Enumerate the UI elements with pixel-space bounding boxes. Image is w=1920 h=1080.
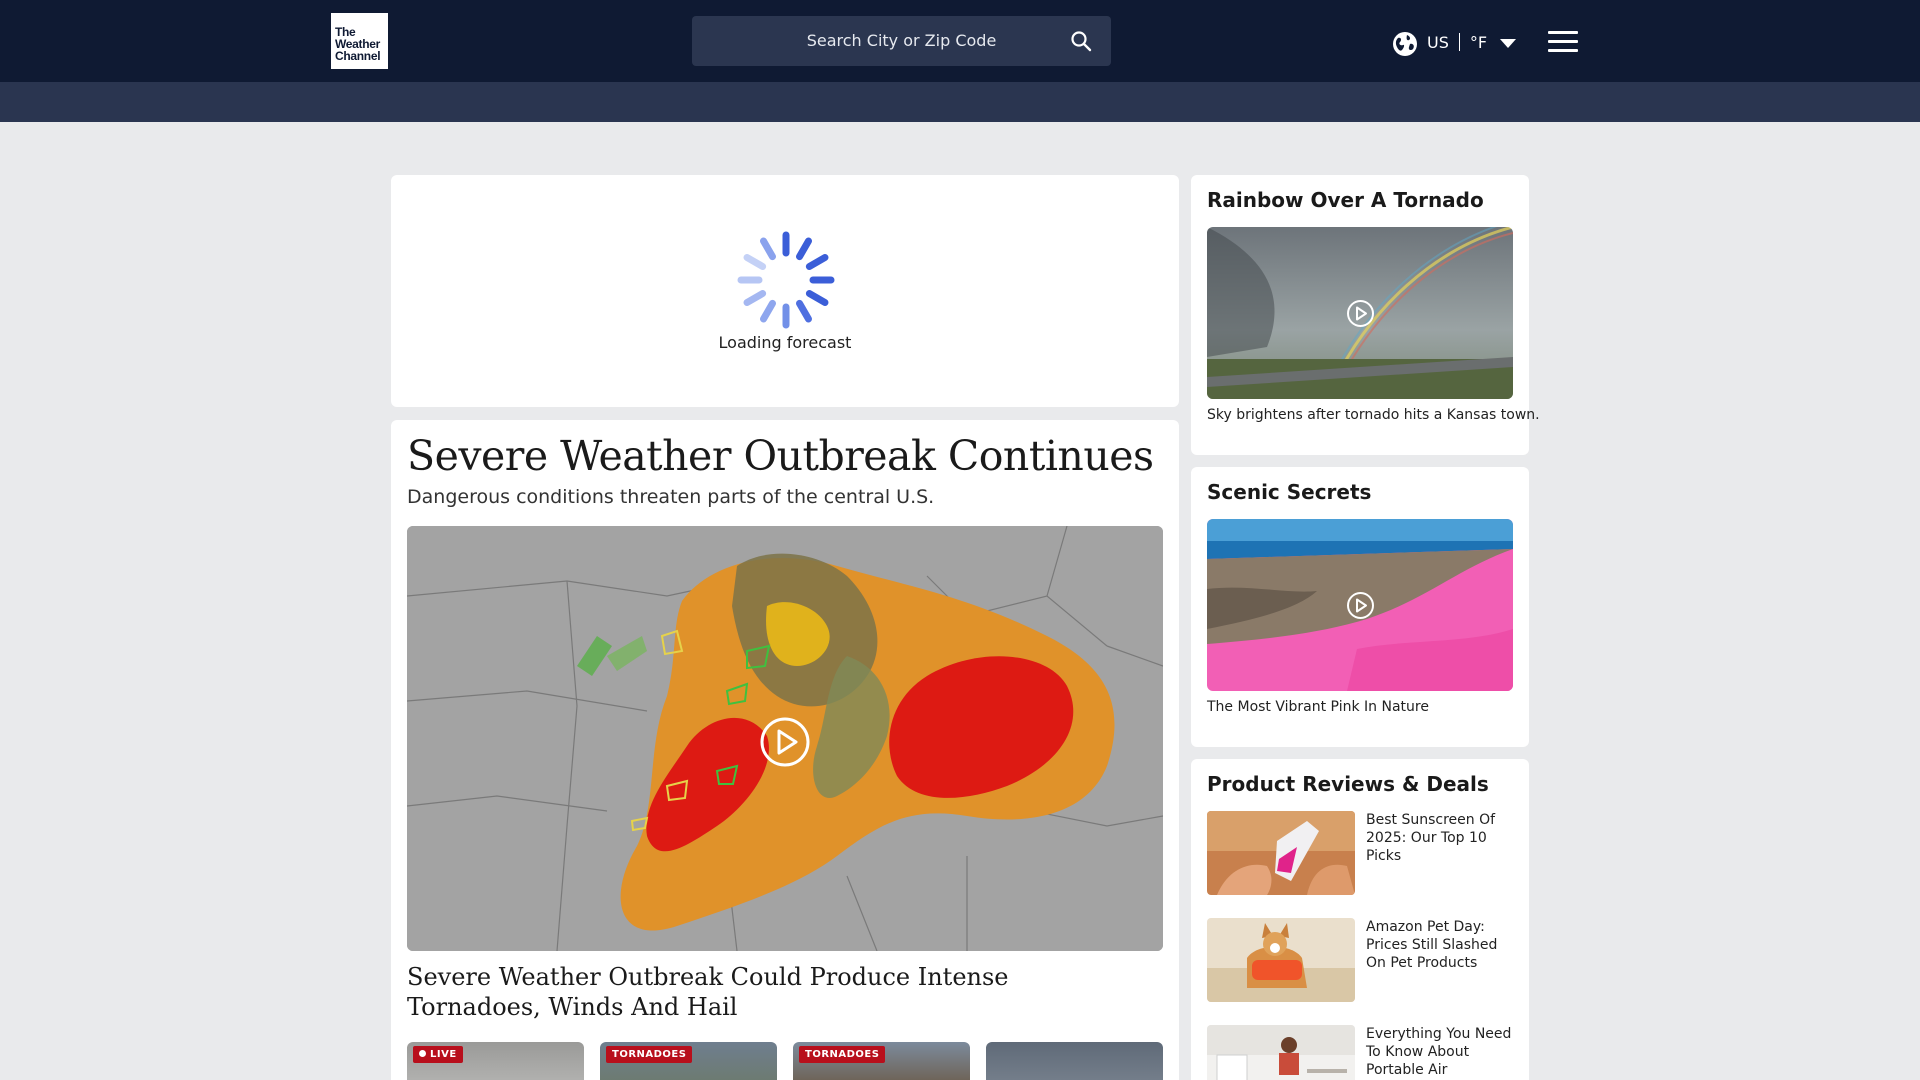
menu-line xyxy=(1548,31,1578,34)
deal-title[interactable]: Everything You Need To Know About Portab… xyxy=(1366,1025,1516,1080)
video-card-title[interactable]: Rainbow Over A Tornado xyxy=(1207,188,1484,212)
locale-country: US xyxy=(1427,33,1449,52)
deal-thumbnail xyxy=(1207,1025,1355,1080)
menu-line xyxy=(1548,49,1578,52)
locale-unit: °F xyxy=(1469,33,1488,52)
weather-channel-logo[interactable]: The Weather Channel xyxy=(331,13,388,69)
video-thumbnail[interactable]: TORNADOES xyxy=(600,1042,777,1080)
search-placeholder: Search City or Zip Code xyxy=(806,31,997,50)
deal-thumbnail xyxy=(1207,918,1355,1002)
search-input[interactable]: Search City or Zip Code xyxy=(692,16,1111,66)
badge-label: LIVE xyxy=(430,1049,457,1060)
globe-icon[interactable] xyxy=(1392,31,1418,57)
deal-item[interactable]: Amazon Pet Day: Prices Still Slashed On … xyxy=(1207,918,1513,1002)
play-button-icon[interactable] xyxy=(1346,299,1375,328)
video-card-scenic: Scenic Secrets The Most Vibrant Pink In … xyxy=(1191,467,1529,747)
feature-story-card: Severe Weather Outbreak Continues Danger… xyxy=(391,420,1179,1080)
hamburger-menu-icon[interactable] xyxy=(1548,31,1578,53)
loading-spinner-icon xyxy=(737,231,835,329)
deal-item[interactable]: Everything You Need To Know About Portab… xyxy=(1207,1025,1513,1080)
video-card-caption: The Most Vibrant Pink In Nature xyxy=(1207,699,1429,715)
deal-thumbnail xyxy=(1207,811,1355,895)
deals-card-title[interactable]: Product Reviews & Deals xyxy=(1207,772,1489,796)
deal-title[interactable]: Best Sunscreen Of 2025: Our Top 10 Picks xyxy=(1366,811,1516,865)
sub-nav-bar xyxy=(0,82,1920,122)
play-button-icon[interactable] xyxy=(1346,591,1375,620)
dog-image xyxy=(1207,918,1355,1002)
portable-ac-image xyxy=(1207,1025,1355,1080)
sunscreen-image xyxy=(1207,811,1355,895)
category-badge: TORNADOES xyxy=(606,1046,693,1063)
deal-item[interactable]: Best Sunscreen Of 2025: Our Top 10 Picks xyxy=(1207,811,1513,895)
locale-selector[interactable]: US °F xyxy=(1427,33,1487,52)
video-card-title[interactable]: Scenic Secrets xyxy=(1207,480,1371,504)
caret-down-icon[interactable] xyxy=(1499,37,1517,49)
video-thumbnail[interactable] xyxy=(1207,227,1513,399)
video-thumbnail[interactable]: LIVE xyxy=(407,1042,584,1080)
category-badge: TORNADOES xyxy=(799,1046,886,1063)
video-thumbnail[interactable] xyxy=(986,1042,1163,1080)
feature-headline-link[interactable]: Severe Weather Outbreak Could Produce In… xyxy=(407,962,1147,1022)
live-badge: LIVE xyxy=(413,1046,463,1063)
video-card-rainbow: Rainbow Over A Tornado Sky brightens aft… xyxy=(1191,175,1540,455)
video-thumbnail[interactable] xyxy=(1207,519,1513,691)
product-deals-card: Product Reviews & Deals Best Sunscreen O… xyxy=(1191,759,1529,1080)
feature-subtitle: Dangerous conditions threaten parts of t… xyxy=(407,486,935,508)
search-icon[interactable] xyxy=(1070,30,1092,52)
video-thumbnail[interactable]: TORNADOES xyxy=(793,1042,970,1080)
logo-line: Channel xyxy=(335,49,381,63)
feature-title[interactable]: Severe Weather Outbreak Continues xyxy=(407,432,1154,480)
locale-divider xyxy=(1458,33,1460,51)
play-button-icon[interactable] xyxy=(759,716,811,768)
video-card-caption: Sky brightens after tornado hits a Kansa… xyxy=(1207,407,1540,423)
loading-forecast-text: Loading forecast xyxy=(718,333,852,352)
live-dot-icon xyxy=(419,1050,426,1057)
feature-video[interactable] xyxy=(407,526,1163,951)
menu-line xyxy=(1548,40,1578,43)
feature-thumbnail-row: LIVE TORNADOES TORNADOES xyxy=(407,1042,1163,1080)
deal-title[interactable]: Amazon Pet Day: Prices Still Slashed On … xyxy=(1366,918,1516,972)
forecast-card: Loading forecast xyxy=(391,175,1179,407)
